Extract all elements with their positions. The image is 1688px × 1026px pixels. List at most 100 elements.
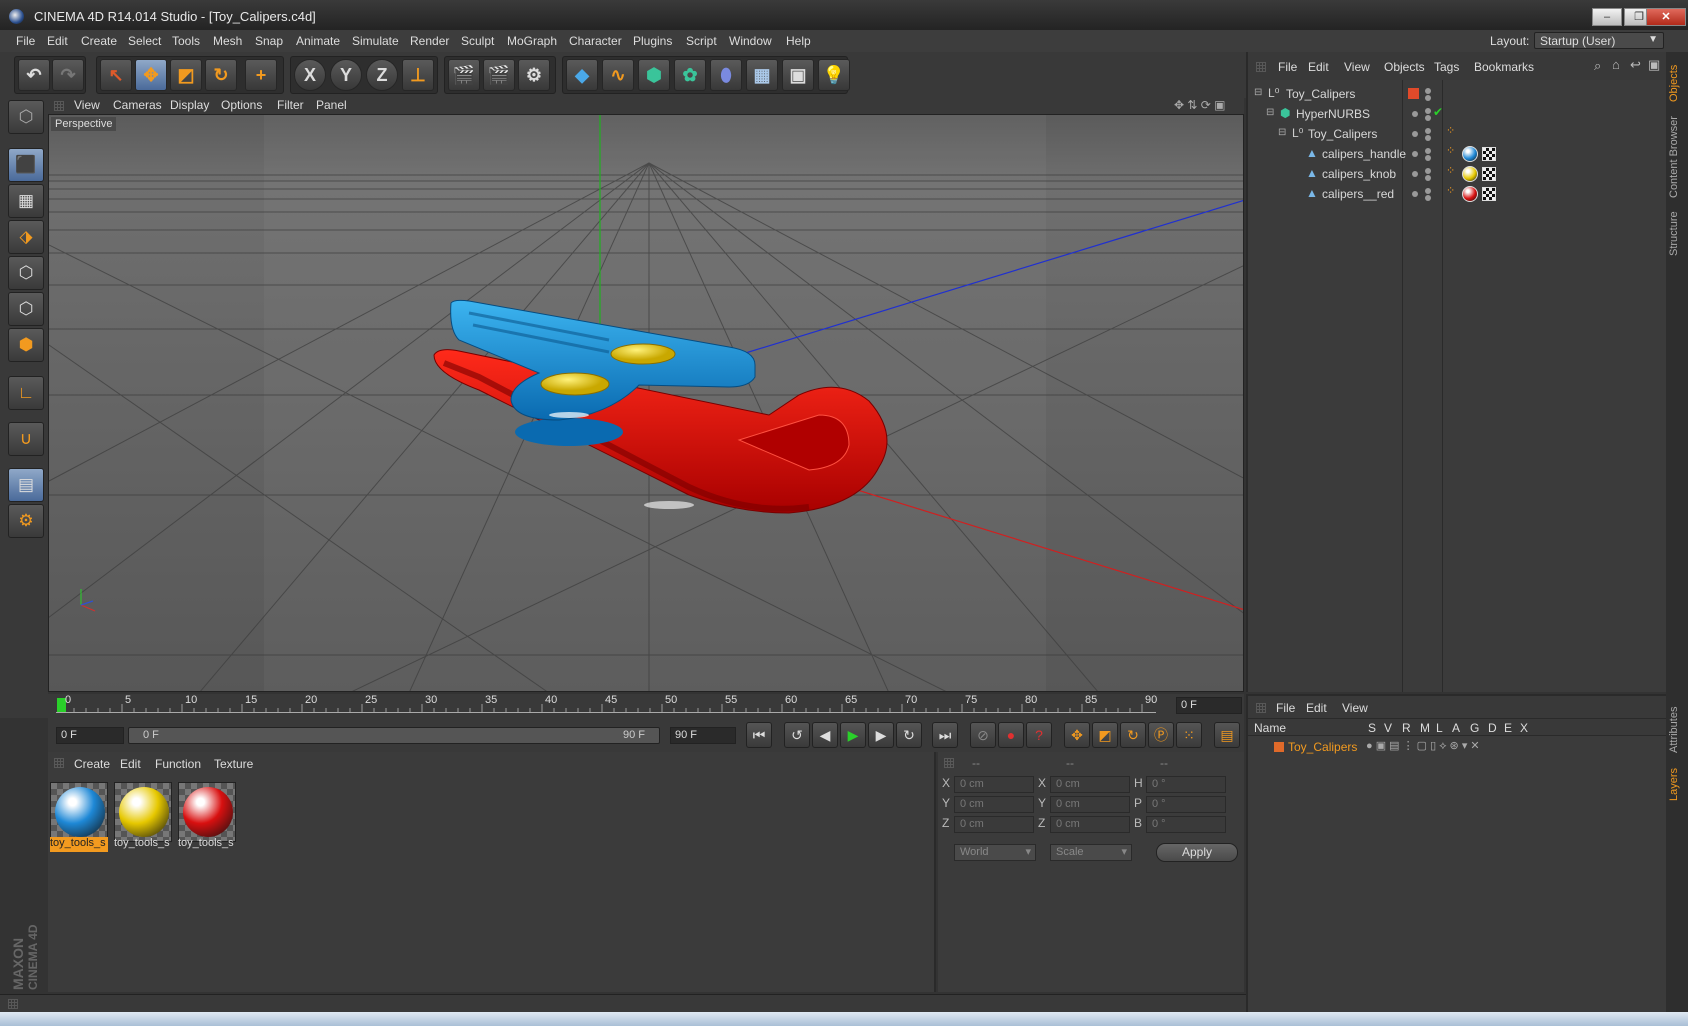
material-name[interactable]: toy_tools_s xyxy=(178,837,236,852)
loop-icon[interactable]: ↺ xyxy=(784,722,810,748)
collapse-icon[interactable]: ⊟ xyxy=(1278,127,1286,138)
menu-mesh[interactable]: Mesh xyxy=(213,34,242,48)
viewport-menu-cameras[interactable]: Cameras xyxy=(113,98,162,112)
move-icon[interactable]: ✥ xyxy=(135,59,167,91)
texture-mode-icon[interactable]: ▦ xyxy=(8,184,44,218)
menu-snap[interactable]: Snap xyxy=(255,34,283,48)
object-row[interactable]: ▲ calipers__red ⁘ xyxy=(1248,184,1648,204)
layout-dropdown[interactable]: Startup (User) ▼ xyxy=(1534,32,1664,49)
model-mode-icon[interactable]: ⬛ xyxy=(8,148,44,182)
object-row[interactable]: ⊟ L⁰ Toy_Calipers ⁘ xyxy=(1248,124,1648,144)
material-name-selected[interactable]: toy_tools_s xyxy=(50,837,108,852)
layer-color-swatch[interactable] xyxy=(1408,88,1419,99)
uvw-tag-icon[interactable] xyxy=(1482,147,1496,161)
material-menu-function[interactable]: Function xyxy=(155,757,201,771)
spline-pen-icon[interactable]: ∿ xyxy=(602,59,634,91)
rot-h-field[interactable]: 0 ° xyxy=(1146,776,1226,793)
axis-mode-icon[interactable]: ∟ xyxy=(8,376,44,410)
perspective-viewport[interactable]: Perspective xyxy=(48,114,1244,692)
render-picture-viewer-icon[interactable]: 🎬 xyxy=(483,59,515,91)
size-z-field[interactable]: 0 cm xyxy=(1050,816,1130,833)
workplane-lock-icon[interactable]: ▤ xyxy=(8,468,44,502)
coordinate-system-icon[interactable]: ⊥ xyxy=(402,59,434,91)
object-row[interactable]: ▲ calipers_knob ⁘ xyxy=(1248,164,1648,184)
floor-icon[interactable]: ▦ xyxy=(746,59,778,91)
play-icon[interactable]: ▶ xyxy=(840,722,866,748)
viewport-navigation-icons[interactable]: ✥ ⇅ ⟳ ▣ xyxy=(1174,98,1226,112)
rot-b-field[interactable]: 0 ° xyxy=(1146,816,1226,833)
menu-tools[interactable]: Tools xyxy=(172,34,200,48)
coord-mode-dropdown[interactable]: World ▾ xyxy=(954,844,1036,861)
viewport-menu-view[interactable]: View xyxy=(74,98,100,112)
menu-file[interactable]: File xyxy=(16,34,35,48)
material-menu-edit[interactable]: Edit xyxy=(120,757,141,771)
phong-tag-icon[interactable]: ⁘ xyxy=(1446,144,1455,157)
layers-menu-file[interactable]: File xyxy=(1276,701,1295,715)
live-selection-icon[interactable]: ↖ xyxy=(100,59,132,91)
object-row[interactable]: ⊟ L⁰ Toy_Calipers xyxy=(1248,84,1648,104)
viewport-menu-display[interactable]: Display xyxy=(170,98,209,112)
apply-button[interactable]: Apply xyxy=(1156,843,1238,862)
nurbs-icon[interactable]: ⬢ xyxy=(638,59,670,91)
magnet-icon[interactable]: ∪ xyxy=(8,422,44,456)
search-icon[interactable]: ⌕ xyxy=(1594,58,1601,74)
material-tag-icon[interactable] xyxy=(1462,166,1478,182)
edges-mode-icon[interactable]: ⬡ xyxy=(8,292,44,326)
timeline-window-icon[interactable]: ▤ xyxy=(1214,722,1240,748)
redo-icon[interactable]: ↷ xyxy=(52,59,84,91)
record-keyframe-icon[interactable]: ● xyxy=(998,722,1024,748)
viewport-menu-panel[interactable]: Panel xyxy=(316,98,347,112)
rotate-icon[interactable]: ↻ xyxy=(205,59,237,91)
material-menu-texture[interactable]: Texture xyxy=(214,757,253,771)
menu-simulate[interactable]: Simulate xyxy=(352,34,399,48)
close-button[interactable]: ✕ xyxy=(1646,8,1686,26)
menu-edit[interactable]: Edit xyxy=(47,34,68,48)
points-mode-icon[interactable]: ⬡ xyxy=(8,256,44,290)
scale-icon[interactable]: ◩ xyxy=(170,59,202,91)
cube-icon[interactable]: ◆ xyxy=(566,59,598,91)
loop-forward-icon[interactable]: ↻ xyxy=(896,722,922,748)
checkmark-icon[interactable]: ✔ xyxy=(1433,105,1443,119)
phong-tag-icon[interactable]: ⁘ xyxy=(1446,124,1455,137)
add-icon[interactable]: + xyxy=(245,59,277,91)
tab-layers[interactable]: Layers xyxy=(1668,764,1686,804)
pos-z-field[interactable]: 0 cm xyxy=(954,816,1034,833)
light-icon[interactable]: 💡 xyxy=(818,59,850,91)
key-rotation-icon[interactable]: ↻ xyxy=(1120,722,1146,748)
viewport-menu-filter[interactable]: Filter xyxy=(277,98,304,112)
key-position-icon[interactable]: ✥ xyxy=(1064,722,1090,748)
phong-tag-icon[interactable]: ⁘ xyxy=(1446,184,1455,197)
material-swatch[interactable] xyxy=(50,782,108,842)
size-x-field[interactable]: 0 cm xyxy=(1050,776,1130,793)
layers-menu-view[interactable]: View xyxy=(1342,701,1368,715)
tab-attributes[interactable]: Attributes xyxy=(1668,700,1686,760)
menu-create[interactable]: Create xyxy=(81,34,117,48)
objects-menu-view[interactable]: View xyxy=(1344,60,1370,74)
menu-script[interactable]: Script xyxy=(686,34,717,48)
end-frame-field[interactable]: 90 F xyxy=(670,727,736,744)
next-frame-icon[interactable]: ▶ xyxy=(868,722,894,748)
polygons-mode-icon[interactable]: ⬢ xyxy=(8,328,44,362)
material-tag-icon[interactable] xyxy=(1462,186,1478,202)
menu-select[interactable]: Select xyxy=(128,34,161,48)
home-icon[interactable]: ⌂ xyxy=(1612,57,1620,72)
material-menu-create[interactable]: Create xyxy=(74,757,110,771)
size-y-field[interactable]: 0 cm xyxy=(1050,796,1130,813)
layer-row[interactable]: Toy_Calipers ● ▣ ▤ ⋮ ▢ ▯ ⟡ ⊛ ▾ ✕ xyxy=(1248,738,1668,756)
previous-frame-icon[interactable]: ◀ xyxy=(812,722,838,748)
menu-mograph[interactable]: MoGraph xyxy=(507,34,557,48)
material-swatch[interactable] xyxy=(114,782,172,842)
frame-range-slider[interactable]: 0 F 90 F xyxy=(128,727,660,744)
layer-color-swatch[interactable] xyxy=(1274,742,1284,752)
phong-tag-icon[interactable]: ⁘ xyxy=(1446,164,1455,177)
key-parameter-icon[interactable]: Ⓟ xyxy=(1148,722,1174,748)
back-icon[interactable]: ↩ xyxy=(1630,57,1641,73)
autokey-icon[interactable]: ? xyxy=(1026,722,1052,748)
menu-window[interactable]: Window xyxy=(729,34,772,48)
menu-help[interactable]: Help xyxy=(786,34,811,48)
objects-menu-file[interactable]: File xyxy=(1278,60,1297,74)
make-editable-icon[interactable]: ⬡ xyxy=(8,100,44,134)
material-name[interactable]: toy_tools_s xyxy=(114,837,172,852)
rot-p-field[interactable]: 0 ° xyxy=(1146,796,1226,813)
objects-menu-edit[interactable]: Edit xyxy=(1308,60,1329,74)
